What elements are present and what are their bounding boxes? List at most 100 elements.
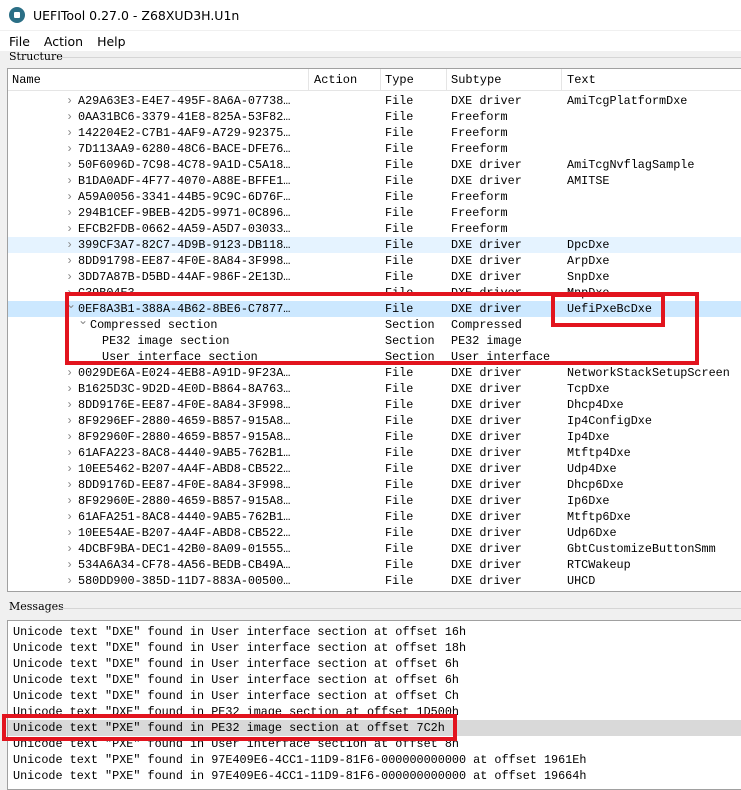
chevron-right-icon[interactable]: › [66, 237, 73, 253]
column-text[interactable]: Text [567, 73, 596, 87]
message-item[interactable]: Unicode text "PXE" found in 97E409E6-4CC… [8, 752, 741, 768]
tree-cell-name: 8DD9176E-EE87-4F0E-8A84-3F998… [78, 398, 291, 412]
tree-row[interactable]: › 580DD900-385D-11D7-883A-00500… File DXE d… [8, 573, 741, 589]
column-type[interactable]: Type [385, 73, 414, 87]
tree-cell-name: 8F92960E-2880-4659-B857-915A8… [78, 494, 291, 508]
message-item[interactable]: Unicode text "DXE" found in PE32 image s… [8, 704, 741, 720]
chevron-right-icon[interactable]: › [66, 397, 73, 413]
column-name[interactable]: Name [12, 73, 41, 87]
chevron-right-icon[interactable]: › [66, 509, 73, 525]
chevron-right-icon[interactable]: › [66, 205, 73, 221]
chevron-right-icon[interactable]: › [66, 221, 73, 237]
column-action[interactable]: Action [314, 73, 357, 87]
tree-cell-name: A59A0056-3341-44B5-9C9C-6D76F… [78, 190, 291, 204]
chevron-right-icon[interactable]: › [66, 429, 73, 445]
chevron-right-icon[interactable]: › [66, 445, 73, 461]
tree-row[interactable]: › 10EE5462-B207-4A4F-ABD8-CB522… File DXE d… [8, 461, 741, 477]
chevron-right-icon[interactable]: › [66, 109, 73, 125]
tree-row[interactable]: › EFCB2FDB-0662-4A59-A5D7-03033… File Freef… [8, 221, 741, 237]
message-item[interactable]: Unicode text "DXE" found in User interfa… [8, 624, 741, 640]
menu-help[interactable]: Help [97, 34, 126, 49]
tree-row[interactable]: › A59A0056-3341-44B5-9C9C-6D76F… File Freef… [8, 189, 741, 205]
tree-row[interactable]: › 4DCBF9BA-DEC1-42B0-8A09-01555… File DXE d… [8, 541, 741, 557]
chevron-right-icon[interactable]: › [66, 381, 73, 397]
tree-row[interactable]: › 7D113AA9-6280-48C6-BACE-DFE76… File Freef… [8, 141, 741, 157]
tree-row[interactable]: › 8F92960E-2880-4659-B857-915A8… File DXE d… [8, 493, 741, 509]
tree-cell-text: AmiTcgPlatformDxe [567, 94, 688, 108]
tree-row[interactable]: › 8DD91798-EE87-4F0E-8A84-3F998… File DXE d… [8, 253, 741, 269]
tree-row[interactable]: › 61AFA251-8AC8-4440-9AB5-762B1… File DXE d… [8, 509, 741, 525]
tree-cell-type: File [385, 126, 414, 140]
tree-row[interactable]: › 142204E2-C7B1-4AF9-A729-92375… File Freef… [8, 125, 741, 141]
chevron-right-icon[interactable]: › [66, 525, 73, 541]
chevron-right-icon[interactable]: › [66, 157, 73, 173]
message-item[interactable]: Unicode text "PXE" found in User interfa… [8, 736, 741, 752]
chevron-right-icon[interactable]: › [66, 365, 73, 381]
message-item[interactable]: Unicode text "DXE" found in User interfa… [8, 656, 741, 672]
tree-row[interactable]: › A29A63E3-E4E7-495F-8A6A-07738… File DXE d… [8, 93, 741, 109]
chevron-right-icon[interactable]: › [66, 125, 73, 141]
tree-cell-type: File [385, 286, 414, 300]
tree-cell-text: UefiPxeBcDxe [567, 302, 652, 316]
menu-file[interactable]: File [9, 34, 30, 49]
tree-row[interactable]: › B1625D3C-9D2D-4E0D-B864-8A763… File DXE d… [8, 381, 741, 397]
chevron-right-icon[interactable]: › [66, 93, 73, 109]
chevron-right-icon[interactable]: › [66, 557, 73, 573]
tree-row[interactable]: › 0029DE6A-E024-4EB8-A91D-9F23A… File DXE d… [8, 365, 741, 381]
chevron-right-icon[interactable]: › [66, 173, 73, 189]
tree-row[interactable]: › 8F92960F-2880-4659-B857-915A8… File DXE d… [8, 429, 741, 445]
structure-tree[interactable]: Name Action Type Subtype Text › A29A63E3-… [7, 68, 741, 592]
tree-row[interactable]: › 0AA31BC6-3379-41E8-825A-53F82… File Freef… [8, 109, 741, 125]
chevron-right-icon[interactable]: › [66, 461, 73, 477]
tree-cell-name: 580DD900-385D-11D7-883A-00500… [78, 574, 291, 588]
tree-row[interactable]: PE32 image section Section PE32 image [8, 333, 741, 349]
tree-row[interactable]: User interface section Section User interf… [8, 349, 741, 365]
tree-row[interactable]: ⌄ 0EF8A3B1-388A-4B62-8BE6-C7877… File DXE d… [8, 298, 741, 317]
chevron-right-icon[interactable]: › [66, 541, 73, 557]
tree-cell-name: 61AFA223-8AC8-4440-9AB5-762B1… [78, 446, 291, 460]
menu-action[interactable]: Action [44, 34, 83, 49]
chevron-right-icon[interactable]: › [66, 493, 73, 509]
tree-row[interactable]: › 8F9296EF-2880-4659-B857-915A8… File DXE d… [8, 413, 741, 429]
tree-cell-subtype: Freeform [451, 222, 508, 236]
tree-cell-name: 142204E2-C7B1-4AF9-A729-92375… [78, 126, 291, 140]
tree-cell-name: B1DA0ADF-4F77-4070-A88E-BFFE1… [78, 174, 291, 188]
tree-cell-subtype: Freeform [451, 206, 508, 220]
column-subtype[interactable]: Subtype [451, 73, 501, 87]
tree-row[interactable]: ⌄ Compressed section Section Compressed [8, 314, 741, 333]
chevron-right-icon[interactable]: › [66, 253, 73, 269]
chevron-right-icon[interactable]: › [66, 141, 73, 157]
tree-row[interactable]: › 399CF3A7-82C7-4D9B-9123-DB118… File DXE d… [8, 237, 741, 253]
tree-cell-subtype: DXE driver [451, 478, 522, 492]
tree-row[interactable]: › 8DD9176E-EE87-4F0E-8A84-3F998… File DXE d… [8, 397, 741, 413]
chevron-right-icon[interactable]: › [66, 413, 73, 429]
tree-cell-type: File [385, 494, 414, 508]
tree-cell-text: RTCWakeup [567, 558, 631, 572]
chevron-down-icon[interactable]: ⌄ [78, 313, 88, 329]
messages-list[interactable]: Unicode text "DXE" found in User interfa… [7, 620, 741, 790]
chevron-right-icon[interactable]: › [66, 269, 73, 285]
tree-row[interactable]: › 8DD9176D-EE87-4F0E-8A84-3F998… File DXE d… [8, 477, 741, 493]
tree-cell-name: PE32 image section [102, 334, 230, 348]
tree-cell-name: 534A6A34-CF78-4A56-BEDB-CB49A… [78, 558, 291, 572]
tree-row[interactable]: › 10EE54AE-B207-4A4F-ABD8-CB522… File DXE d… [8, 525, 741, 541]
chevron-right-icon[interactable]: › [66, 477, 73, 493]
message-item[interactable]: Unicode text "DXE" found in User interfa… [8, 688, 741, 704]
message-item[interactable]: Unicode text "PXE" found in 97E409E6-4CC… [8, 768, 741, 784]
tree-row[interactable]: › 61AFA223-8AC8-4440-9AB5-762B1… File DXE d… [8, 445, 741, 461]
message-item[interactable]: Unicode text "DXE" found in User interfa… [8, 640, 741, 656]
tree-cell-type: Section [385, 318, 435, 332]
chevron-down-icon[interactable]: ⌄ [66, 297, 76, 313]
tree-row[interactable]: › B1DA0ADF-4F77-4070-A88E-BFFE1… File DXE d… [8, 173, 741, 189]
tree-row[interactable]: › 3DD7A87B-D5BD-44AF-986F-2E13D… File DXE d… [8, 269, 741, 285]
chevron-right-icon[interactable]: › [66, 573, 73, 589]
message-item[interactable]: Unicode text "PXE" found in PE32 image s… [8, 720, 741, 736]
tree-row[interactable]: › 534A6A34-CF78-4A56-BEDB-CB49A… File DXE d… [8, 557, 741, 573]
tree-row[interactable]: › C39B04E3-… File DXE driver MnpDxe [8, 285, 741, 301]
message-item[interactable]: Unicode text "DXE" found in User interfa… [8, 672, 741, 688]
chevron-right-icon[interactable]: › [66, 189, 73, 205]
tree-row[interactable]: › 50F6096D-7C98-4C78-9A1D-C5A18… File DXE d… [8, 157, 741, 173]
tree-row[interactable]: › 294B1CEF-9BEB-42D5-9971-0C896… File Freef… [8, 205, 741, 221]
tree-cell-type: File [385, 190, 414, 204]
tree-cell-subtype: PE32 image [451, 334, 522, 348]
